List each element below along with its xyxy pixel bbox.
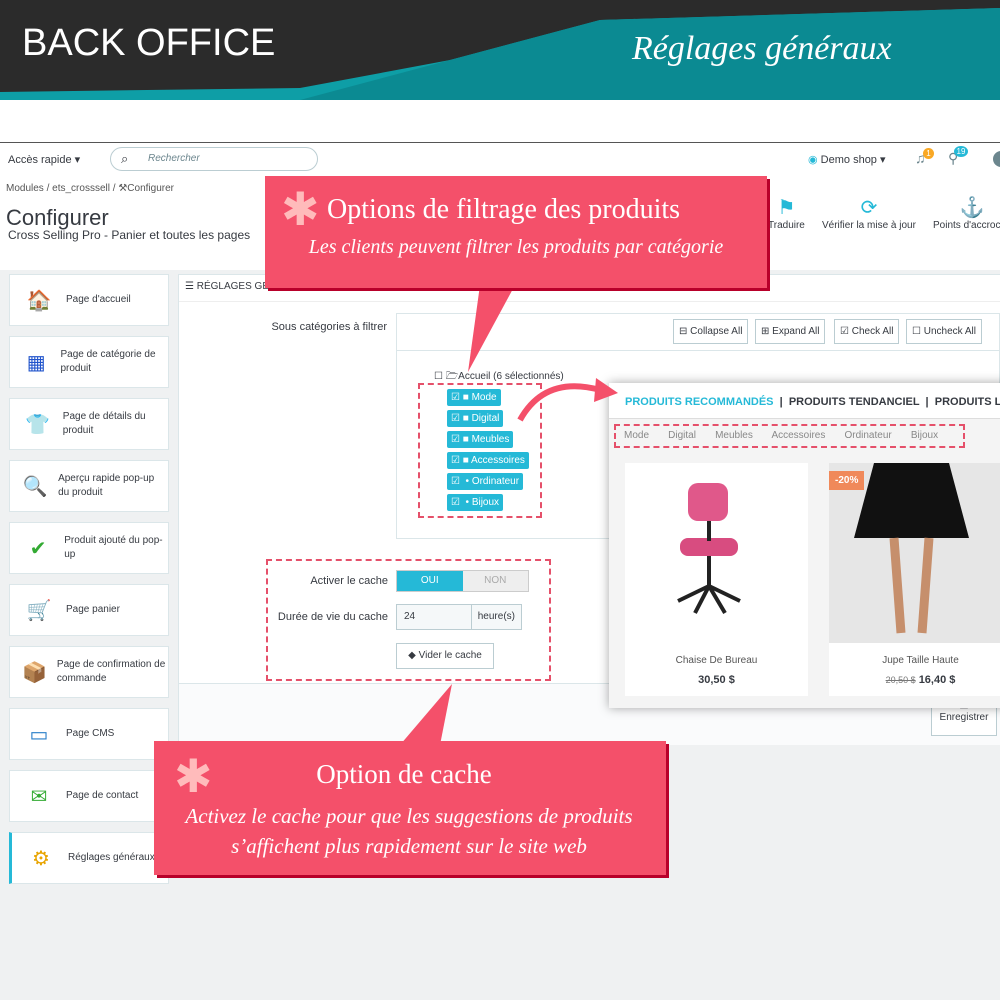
callout-text: Les clients peuvent filtrer les produits…	[308, 236, 724, 258]
callout-title: Options de filtrage des produits	[327, 194, 681, 225]
callout-filter: ✱ Options de filtrage des produits Les c…	[265, 176, 767, 288]
callout-title: Option de cache	[316, 759, 492, 789]
asterisk-icon: ✱	[281, 184, 320, 235]
callout-text: Activez le cache pour que les suggestion…	[185, 804, 633, 858]
callout-cache: ✱ Option de cache Activez le cache pour …	[154, 741, 666, 875]
